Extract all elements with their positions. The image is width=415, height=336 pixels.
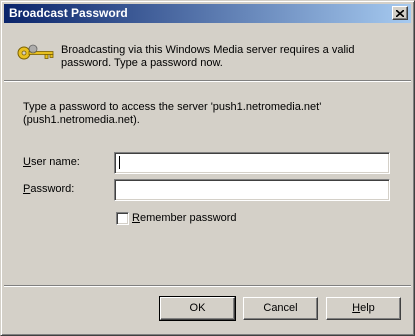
password-label: Password: bbox=[23, 183, 74, 195]
title-bar[interactable]: Broadcast Password bbox=[4, 4, 411, 23]
password-field[interactable] bbox=[114, 179, 390, 201]
text-caret bbox=[119, 156, 120, 169]
cancel-button[interactable]: Cancel bbox=[243, 297, 318, 320]
broadcast-password-dialog: Broadcast Password Broadcasting via this… bbox=[0, 0, 415, 336]
header-panel: Broadcasting via this Windows Media serv… bbox=[4, 23, 411, 80]
remember-accel: R bbox=[132, 212, 140, 224]
username-label: User name: bbox=[23, 156, 80, 168]
remember-password-label[interactable]: Remember password bbox=[132, 212, 237, 224]
help-button[interactable]: Help bbox=[326, 297, 401, 320]
close-button[interactable] bbox=[392, 6, 408, 20]
username-label-rest: ser name: bbox=[30, 156, 80, 168]
help-label-rest: elp bbox=[360, 302, 375, 314]
key-icon bbox=[17, 44, 54, 60]
username-accel: U bbox=[23, 156, 31, 168]
remember-password-checkbox[interactable] bbox=[116, 212, 129, 225]
username-field[interactable] bbox=[114, 152, 390, 174]
remember-label-rest: emember password bbox=[139, 212, 237, 224]
ok-button[interactable]: OK bbox=[159, 296, 236, 321]
header-message: Broadcasting via this Windows Media serv… bbox=[61, 44, 355, 69]
help-accel: H bbox=[352, 302, 361, 314]
window-title: Broadcast Password bbox=[9, 6, 128, 20]
footer-divider bbox=[4, 285, 411, 287]
close-icon bbox=[396, 9, 404, 17]
instruction-text: Type a password to access the server 'pu… bbox=[23, 101, 322, 126]
password-label-rest: assword: bbox=[30, 183, 75, 195]
header-divider bbox=[4, 80, 411, 82]
